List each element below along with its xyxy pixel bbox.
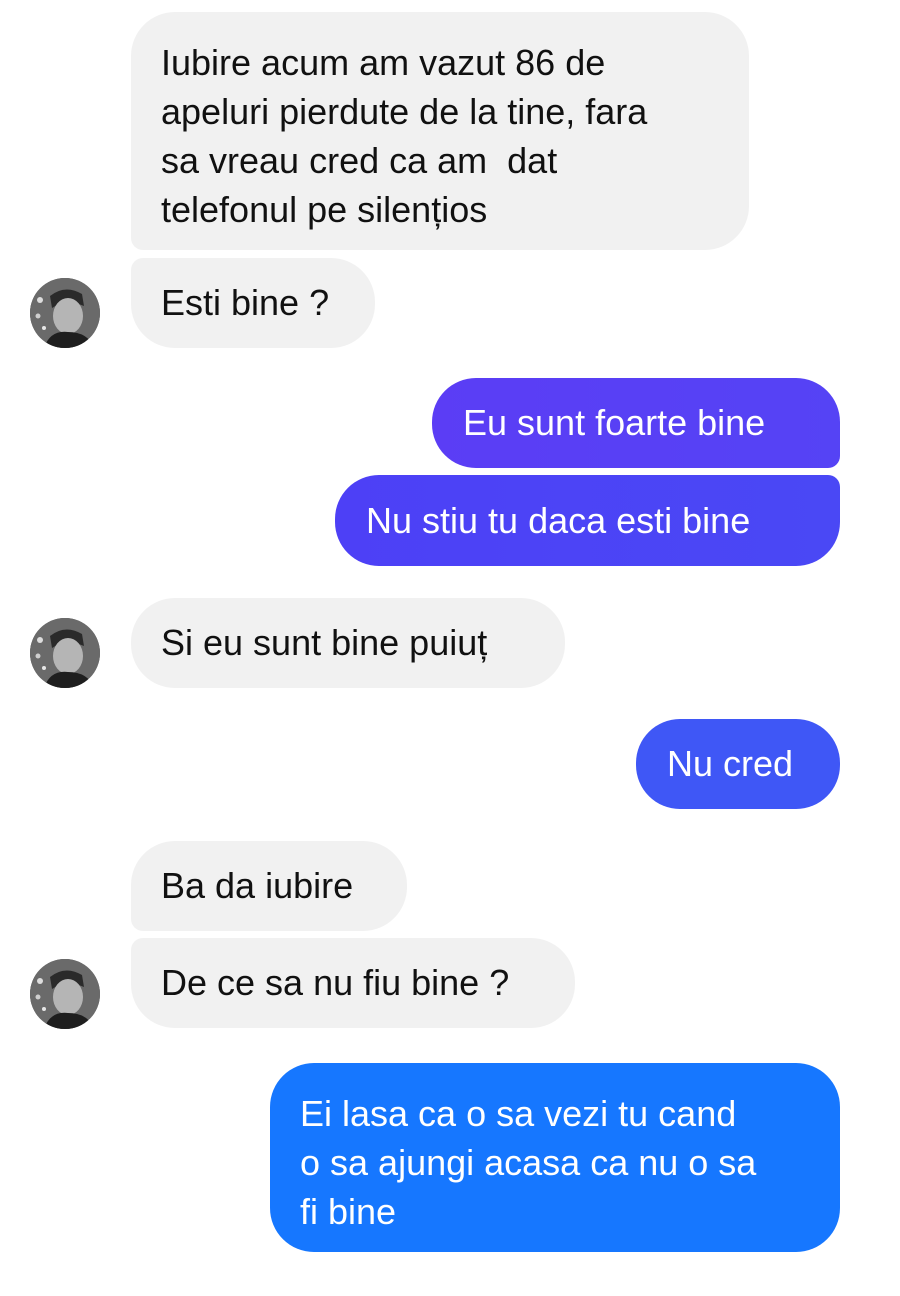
message-bubble-incoming[interactable]: Ba da iubire [131, 841, 407, 931]
message-bubble-outgoing[interactable]: Nu cred [636, 719, 840, 809]
person-photo-avatar-icon [30, 959, 100, 1029]
message-bubble-outgoing[interactable]: Eu sunt foarte bine [432, 378, 840, 468]
contact-avatar[interactable] [30, 959, 100, 1029]
message-bubble-incoming[interactable]: Iubire acum am vazut 86 de apeluri pierd… [131, 12, 749, 250]
person-photo-avatar-icon [30, 278, 100, 348]
message-bubble-outgoing[interactable]: Ei lasa ca o sa vezi tu cand o sa ajungi… [270, 1063, 840, 1252]
message-bubble-incoming[interactable]: Esti bine ? [131, 258, 375, 348]
person-photo-avatar-icon [30, 618, 100, 688]
contact-avatar[interactable] [30, 618, 100, 688]
message-bubble-incoming[interactable]: Si eu sunt bine puiuț [131, 598, 565, 688]
message-bubble-outgoing[interactable]: Nu stiu tu daca esti bine [335, 475, 840, 566]
message-bubble-incoming[interactable]: De ce sa nu fiu bine ? [131, 938, 575, 1028]
contact-avatar[interactable] [30, 278, 100, 348]
